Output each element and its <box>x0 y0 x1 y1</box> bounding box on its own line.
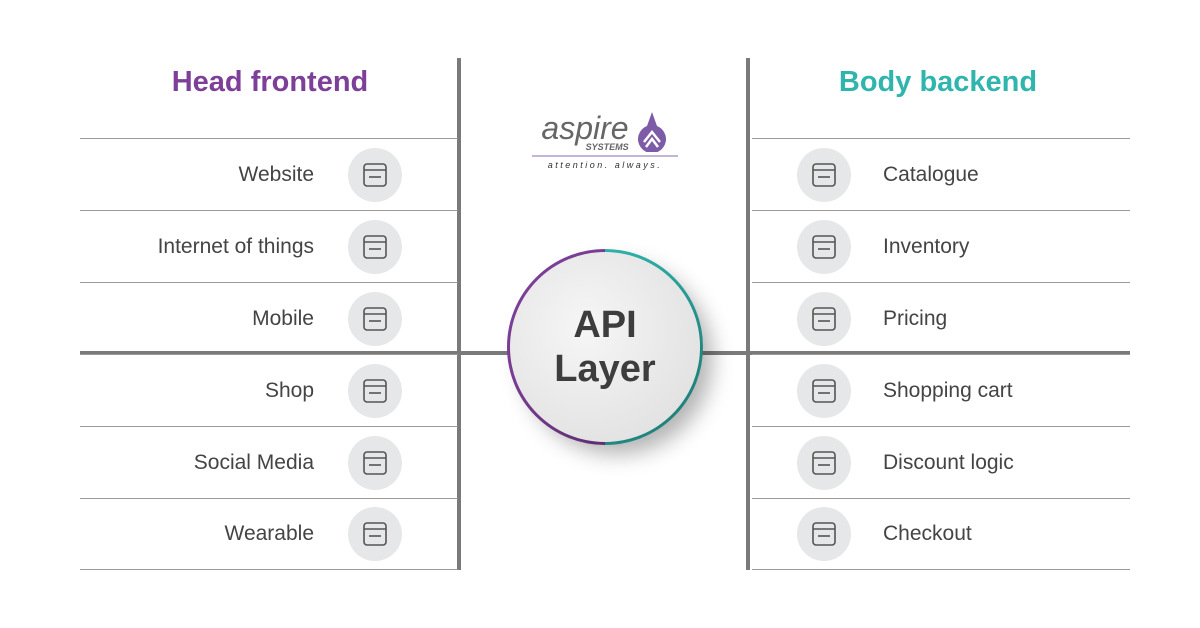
item-label: Shopping cart <box>883 378 1013 402</box>
smart-home-phone-icon <box>348 219 402 274</box>
price-tag-icon <box>797 291 851 346</box>
list-item: Pricing <box>752 282 1130 354</box>
aspire-emblem-icon <box>637 112 666 152</box>
item-label: Inventory <box>883 234 970 258</box>
smartwatch-icon <box>348 507 402 561</box>
item-label: Mobile <box>252 306 314 330</box>
item-label: Catalogue <box>883 162 979 186</box>
item-label: Wearable <box>224 522 315 545</box>
list-item: Website <box>80 138 458 210</box>
cart-browser-icon <box>797 363 851 418</box>
discount-tag-icon <box>797 435 851 490</box>
social-media-icon <box>348 435 402 490</box>
logo-tagline: attention. always. <box>547 160 663 170</box>
list-item: Checkout <box>752 498 1130 570</box>
layer-label: Layer <box>554 348 656 390</box>
logo-wordmark: aspire <box>541 110 629 146</box>
list-item: Social Media <box>80 426 458 498</box>
hand-phone-icon <box>348 291 402 346</box>
item-label: Discount logic <box>883 450 1014 474</box>
body-backend-title: Body backend <box>838 66 1038 98</box>
checkout-icon <box>797 507 851 561</box>
list-item: Shopping cart <box>752 354 1130 426</box>
catalogue-icon <box>797 147 851 202</box>
head-frontend-title: Head frontend <box>171 66 369 98</box>
item-label: Internet of things <box>157 234 314 258</box>
aspire-logo: aspire SYSTEMS attention. always. <box>532 112 678 170</box>
item-label: Checkout <box>883 522 972 545</box>
storefront-icon <box>348 363 402 418</box>
api-layer-node: API Layer <box>510 252 700 442</box>
item-label: Shop <box>264 378 314 402</box>
list-item: Internet of things <box>80 210 458 282</box>
item-label: Pricing <box>883 306 948 330</box>
list-item: Wearable <box>80 498 458 570</box>
right-divider <box>746 58 750 570</box>
list-item: Catalogue <box>752 138 1130 210</box>
list-item: Inventory <box>752 210 1130 282</box>
item-label: Social Media <box>193 450 314 474</box>
inventory-shelf-icon <box>797 219 851 274</box>
list-item: Discount logic <box>752 426 1130 498</box>
item-label: Website <box>238 162 314 186</box>
list-item: Shop <box>80 354 458 426</box>
api-label: API <box>573 304 637 346</box>
monitor-www-icon <box>348 147 402 202</box>
list-item: Mobile <box>80 282 458 354</box>
